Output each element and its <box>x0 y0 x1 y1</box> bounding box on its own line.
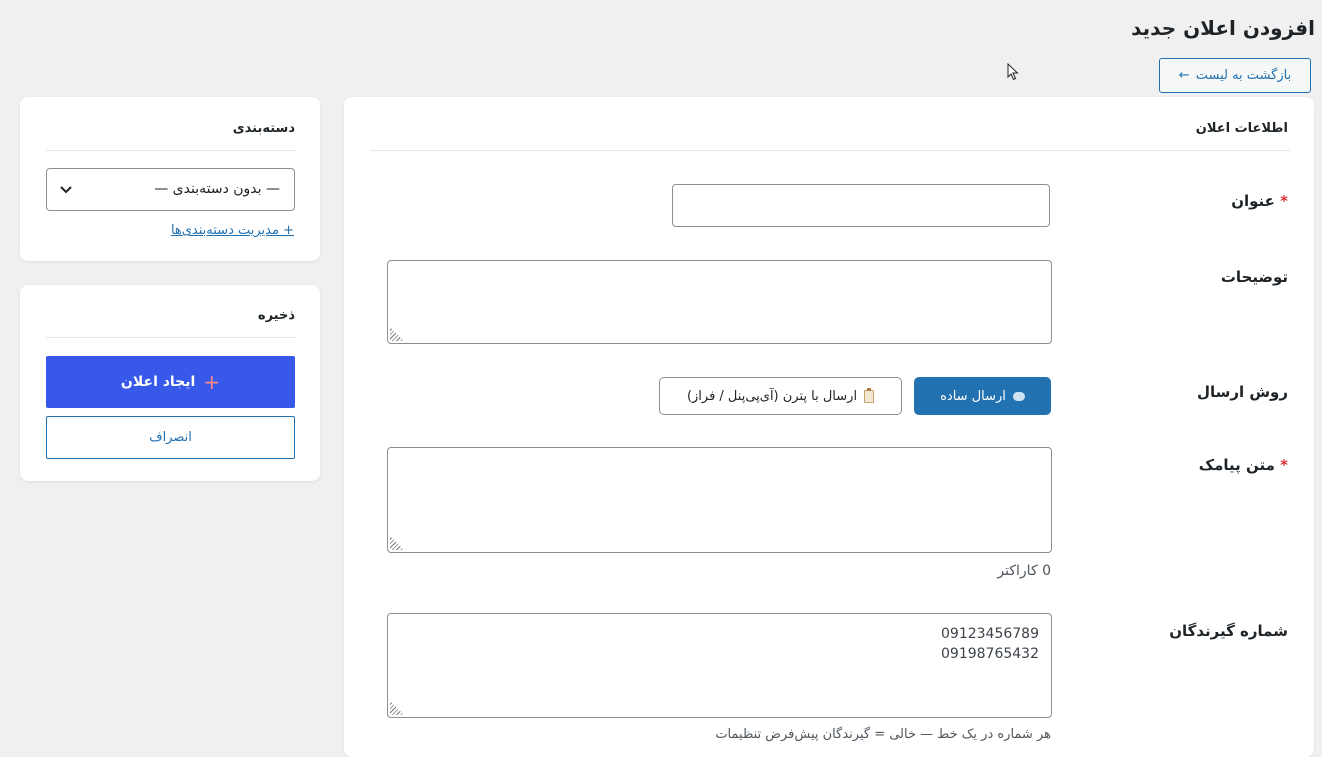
title-input[interactable] <box>672 184 1050 227</box>
char-count: 0 کاراکتر <box>997 563 1051 579</box>
recipients-label: شماره گیرندگان <box>1169 622 1288 640</box>
recipients-textarea[interactable]: 09123456789 09198765432 <box>387 613 1052 718</box>
description-label: توضیحات <box>1220 268 1288 286</box>
sms-text-textarea[interactable] <box>387 447 1052 553</box>
page-title: افزودن اعلان جدید <box>1131 16 1315 40</box>
back-to-list-button[interactable]: بازگشت به لیست ← <box>1159 58 1311 93</box>
category-select[interactable]: — بدون دسته‌بندی — <box>46 168 295 211</box>
speech-bubble-icon <box>1012 391 1025 401</box>
plus-icon: + <box>203 370 221 394</box>
send-method-pattern-button[interactable]: ارسال با پترن (آی‌پی‌پنل / فراز) <box>659 377 902 415</box>
arrow-left-icon: ← <box>1178 68 1190 83</box>
sms-text-label: * متن پیامک <box>1199 456 1288 474</box>
create-announcement-button[interactable]: + ایجاد اعلان <box>46 356 295 408</box>
save-divider <box>46 337 295 338</box>
recipients-hint: هر شماره در یک خط — خالی = گیرندگان پیش‌… <box>715 727 1051 742</box>
send-method-pattern-label: ارسال با پترن (آی‌پی‌پنل / فراز) <box>686 388 858 404</box>
send-method-label: روش ارسال <box>1196 383 1288 401</box>
save-title: ذخیره <box>257 308 295 323</box>
clipboard-icon <box>864 387 875 403</box>
sms-text-label-text: متن پیامک <box>1198 456 1275 474</box>
send-method-simple-label: ارسال ساده <box>940 388 1006 404</box>
category-divider <box>46 150 295 151</box>
required-mark: * <box>1280 192 1288 210</box>
category-title: دسته‌بندی <box>232 121 295 136</box>
title-label-text: عنوان <box>1231 192 1275 210</box>
required-mark: * <box>1280 456 1288 474</box>
manage-categories-link[interactable]: + مدیریت دسته‌بندی‌ها <box>171 223 294 238</box>
create-announcement-label: ایجاد اعلان <box>120 374 196 390</box>
description-textarea[interactable] <box>387 260 1052 344</box>
recipient-line: 09198765432 <box>941 646 1039 662</box>
chevron-down-icon <box>60 186 72 194</box>
title-label: * عنوان <box>1231 192 1288 210</box>
send-method-simple-button[interactable]: ارسال ساده <box>914 377 1051 415</box>
back-to-list-label: بازگشت به لیست <box>1195 68 1292 83</box>
cancel-button[interactable]: انصراف <box>46 416 295 459</box>
recipient-line: 09123456789 <box>941 626 1039 642</box>
section-title: اطلاعات اعلان <box>1195 121 1288 136</box>
section-divider <box>370 150 1290 151</box>
resize-handle[interactable] <box>390 701 404 715</box>
resize-handle[interactable] <box>390 327 404 341</box>
mouse-cursor-icon <box>1007 63 1019 81</box>
category-select-value: — بدون دسته‌بندی — <box>154 181 280 197</box>
resize-handle[interactable] <box>390 536 404 550</box>
recipients-value: 09123456789 09198765432 <box>941 624 1039 664</box>
